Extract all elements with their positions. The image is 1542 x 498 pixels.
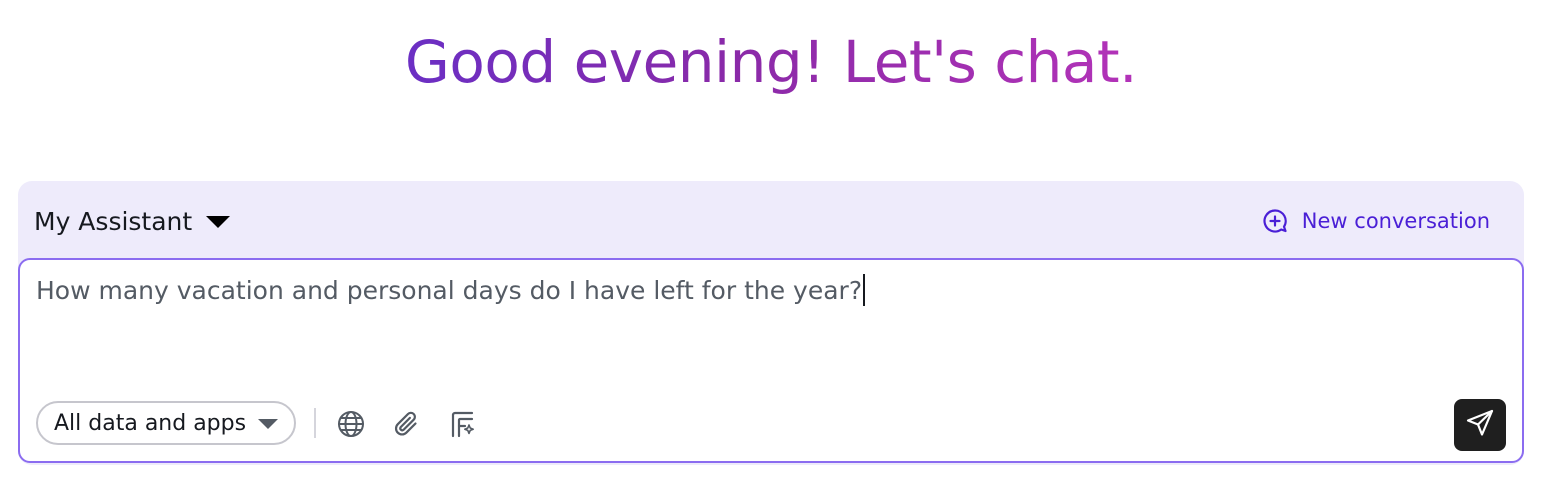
new-conversation-button[interactable]: New conversation bbox=[1262, 205, 1490, 237]
chat-panel: My Assistant New conversation How many v… bbox=[18, 181, 1524, 465]
scope-selector-label: All data and apps bbox=[54, 410, 247, 436]
message-input[interactable]: How many vacation and personal days do I… bbox=[36, 274, 866, 306]
assistant-selector-label: My Assistant bbox=[34, 206, 193, 236]
sparkle-prompt-icon[interactable] bbox=[448, 409, 478, 439]
scope-selector[interactable]: All data and apps bbox=[36, 401, 297, 445]
chat-plus-icon bbox=[1262, 208, 1288, 234]
send-icon bbox=[1465, 408, 1495, 442]
paperclip-icon[interactable] bbox=[391, 409, 421, 439]
greeting-heading: Good evening! Let's chat. bbox=[0, 22, 1542, 102]
greeting-text: Good evening! Let's chat. bbox=[404, 28, 1138, 96]
toolbar-divider bbox=[314, 408, 316, 438]
caret-down-icon bbox=[206, 216, 231, 228]
send-button[interactable] bbox=[1454, 399, 1506, 451]
message-input-box[interactable]: How many vacation and personal days do I… bbox=[18, 258, 1524, 463]
text-cursor bbox=[863, 274, 866, 306]
assistant-selector[interactable]: My Assistant bbox=[34, 203, 231, 239]
caret-down-icon bbox=[258, 419, 279, 429]
message-input-text: How many vacation and personal days do I… bbox=[36, 275, 863, 305]
globe-icon[interactable] bbox=[336, 409, 366, 439]
new-conversation-label: New conversation bbox=[1301, 209, 1490, 233]
